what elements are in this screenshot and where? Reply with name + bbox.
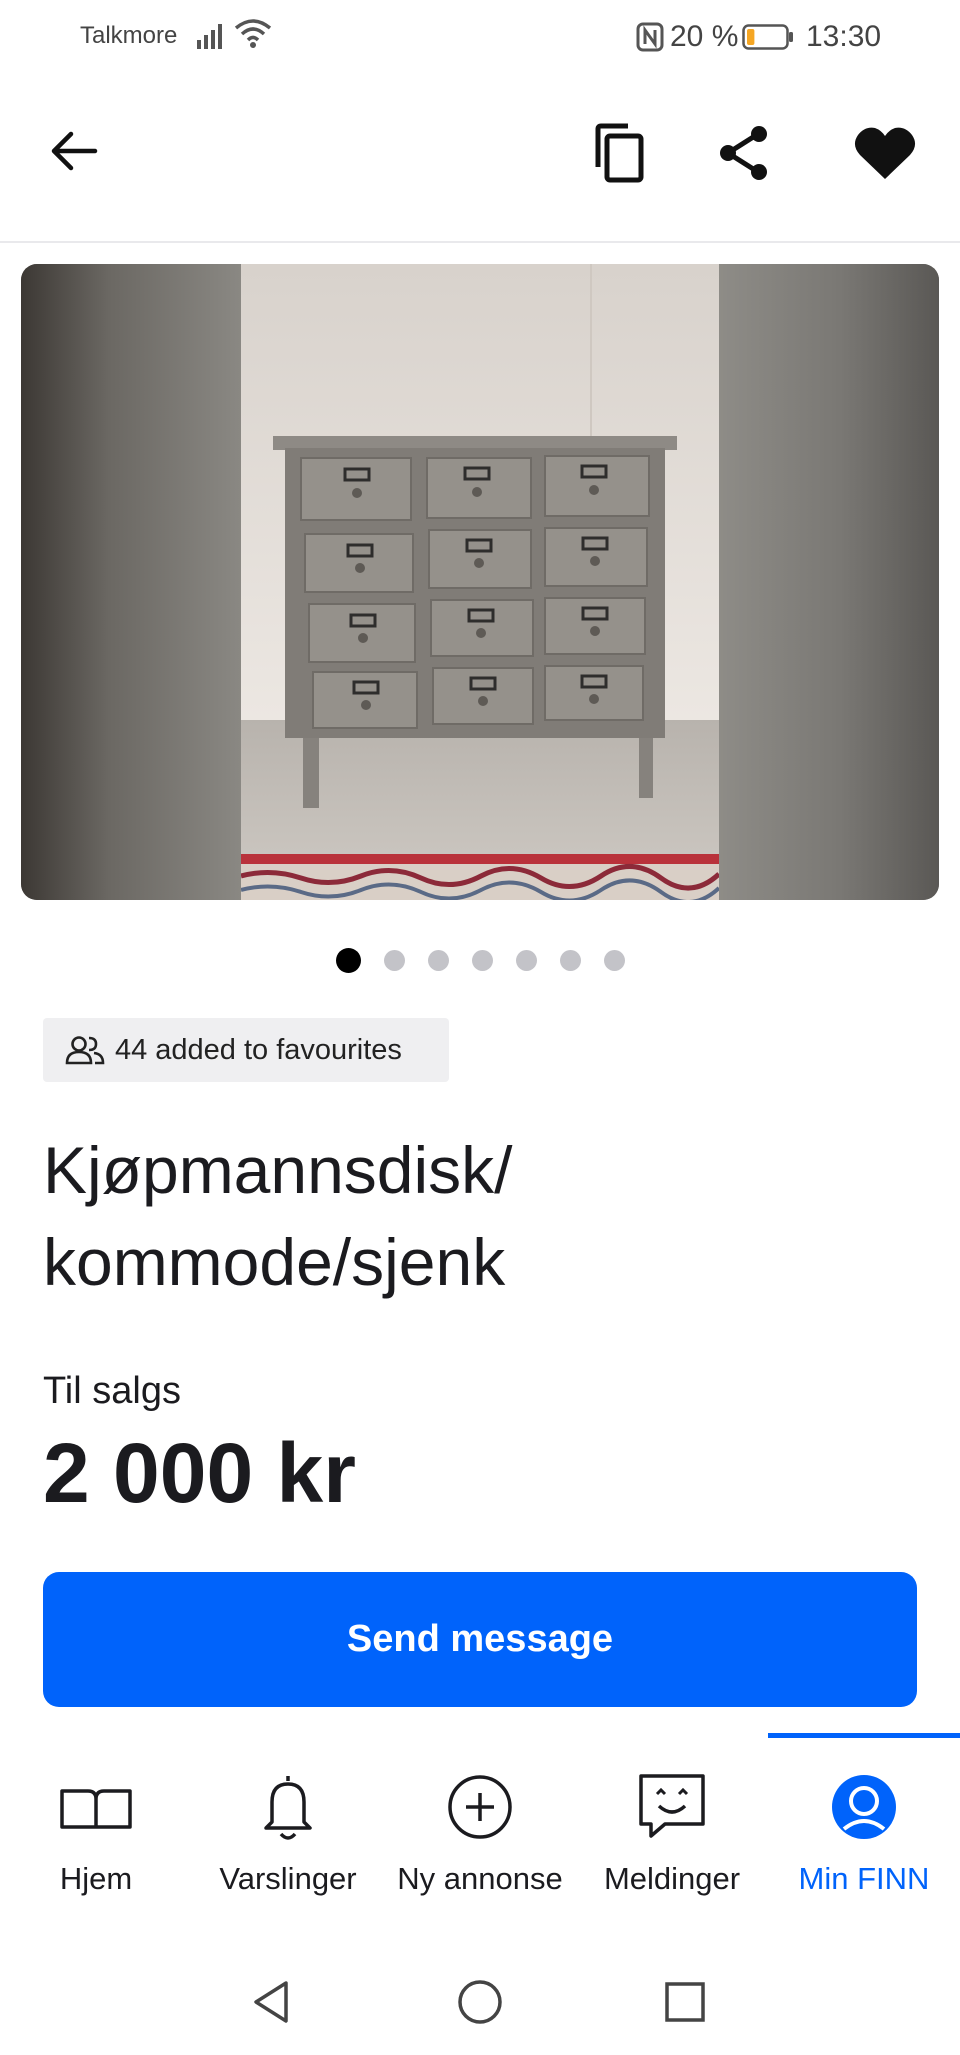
battery-icon bbox=[742, 24, 793, 50]
favourites-badge: 44 added to favourites bbox=[43, 1018, 449, 1082]
carousel-dots[interactable] bbox=[0, 946, 960, 976]
system-recents-icon[interactable] bbox=[660, 1977, 710, 2027]
system-back-icon[interactable] bbox=[248, 1977, 298, 2027]
carousel-dot[interactable] bbox=[559, 950, 581, 971]
share-button[interactable] bbox=[714, 121, 774, 185]
plus-circle-icon bbox=[448, 1775, 512, 1839]
profile-icon bbox=[832, 1775, 896, 1839]
listing-title: Kjøpmannsdisk/ kommode/sjenk bbox=[43, 1133, 513, 1299]
carousel-dot[interactable] bbox=[471, 950, 493, 971]
favourites-count: 44 bbox=[115, 1033, 148, 1066]
system-home-icon[interactable] bbox=[455, 1977, 505, 2027]
nav-label-min-finn: Min FINN bbox=[798, 1861, 930, 1896]
carrier-name: Talkmore bbox=[80, 22, 178, 49]
book-icon bbox=[60, 1789, 132, 1829]
signal-icon bbox=[197, 24, 222, 49]
carousel-dot[interactable] bbox=[515, 950, 537, 971]
wifi-icon bbox=[234, 19, 272, 48]
nav-item-hjem[interactable]: Hjem bbox=[0, 1769, 192, 1909]
carousel-dot-active[interactable] bbox=[335, 948, 361, 973]
status-bar: Talkmore 20 % 13:30 bbox=[0, 0, 960, 75]
sale-type-label: Til salgs bbox=[43, 1370, 181, 1412]
send-message-button[interactable]: Send message bbox=[43, 1572, 917, 1707]
carousel-dot[interactable] bbox=[603, 950, 625, 971]
bell-icon bbox=[264, 1776, 312, 1840]
copy-icon bbox=[595, 123, 644, 183]
photo-carousel[interactable] bbox=[21, 264, 939, 900]
arrow-left-icon bbox=[51, 131, 98, 171]
favourites-label: added to favourites bbox=[155, 1033, 402, 1066]
copy-button[interactable] bbox=[586, 121, 650, 185]
nav-label-varslinger: Varslinger bbox=[219, 1861, 357, 1896]
chat-icon bbox=[639, 1774, 705, 1838]
system-nav-bar bbox=[0, 1955, 960, 2055]
heart-filled-icon bbox=[854, 127, 916, 179]
active-tab-indicator bbox=[768, 1733, 960, 1738]
share-icon bbox=[720, 126, 767, 180]
app-bar bbox=[0, 75, 960, 243]
carousel-dot[interactable] bbox=[383, 950, 405, 971]
nfc-icon bbox=[636, 22, 664, 52]
nav-item-varslinger[interactable]: Varslinger bbox=[192, 1769, 384, 1909]
battery-percent: 20 % bbox=[670, 20, 739, 53]
nav-label-ny-annonse: Ny annonse bbox=[397, 1861, 563, 1896]
nav-item-meldinger[interactable]: Meldinger bbox=[576, 1769, 768, 1909]
listing-photo[interactable] bbox=[241, 264, 719, 900]
nav-label-meldinger: Meldinger bbox=[603, 1861, 741, 1896]
nav-label-hjem: Hjem bbox=[59, 1861, 133, 1896]
photo-blur-right bbox=[719, 264, 939, 900]
bottom-nav: Hjem Varslinger Ny annonse Meldinger Min… bbox=[0, 1733, 960, 1918]
nav-item-min-finn[interactable]: Min FINN bbox=[768, 1769, 960, 1909]
back-button[interactable] bbox=[44, 121, 104, 181]
clock: 13:30 bbox=[806, 20, 882, 53]
listing-price: 2 000 kr bbox=[43, 1426, 356, 1520]
users-icon bbox=[65, 1036, 105, 1065]
carousel-dot[interactable] bbox=[427, 950, 449, 971]
nav-item-ny-annonse[interactable]: Ny annonse bbox=[384, 1769, 576, 1909]
photo-blur-left bbox=[21, 264, 241, 900]
favourite-button[interactable] bbox=[850, 121, 920, 185]
